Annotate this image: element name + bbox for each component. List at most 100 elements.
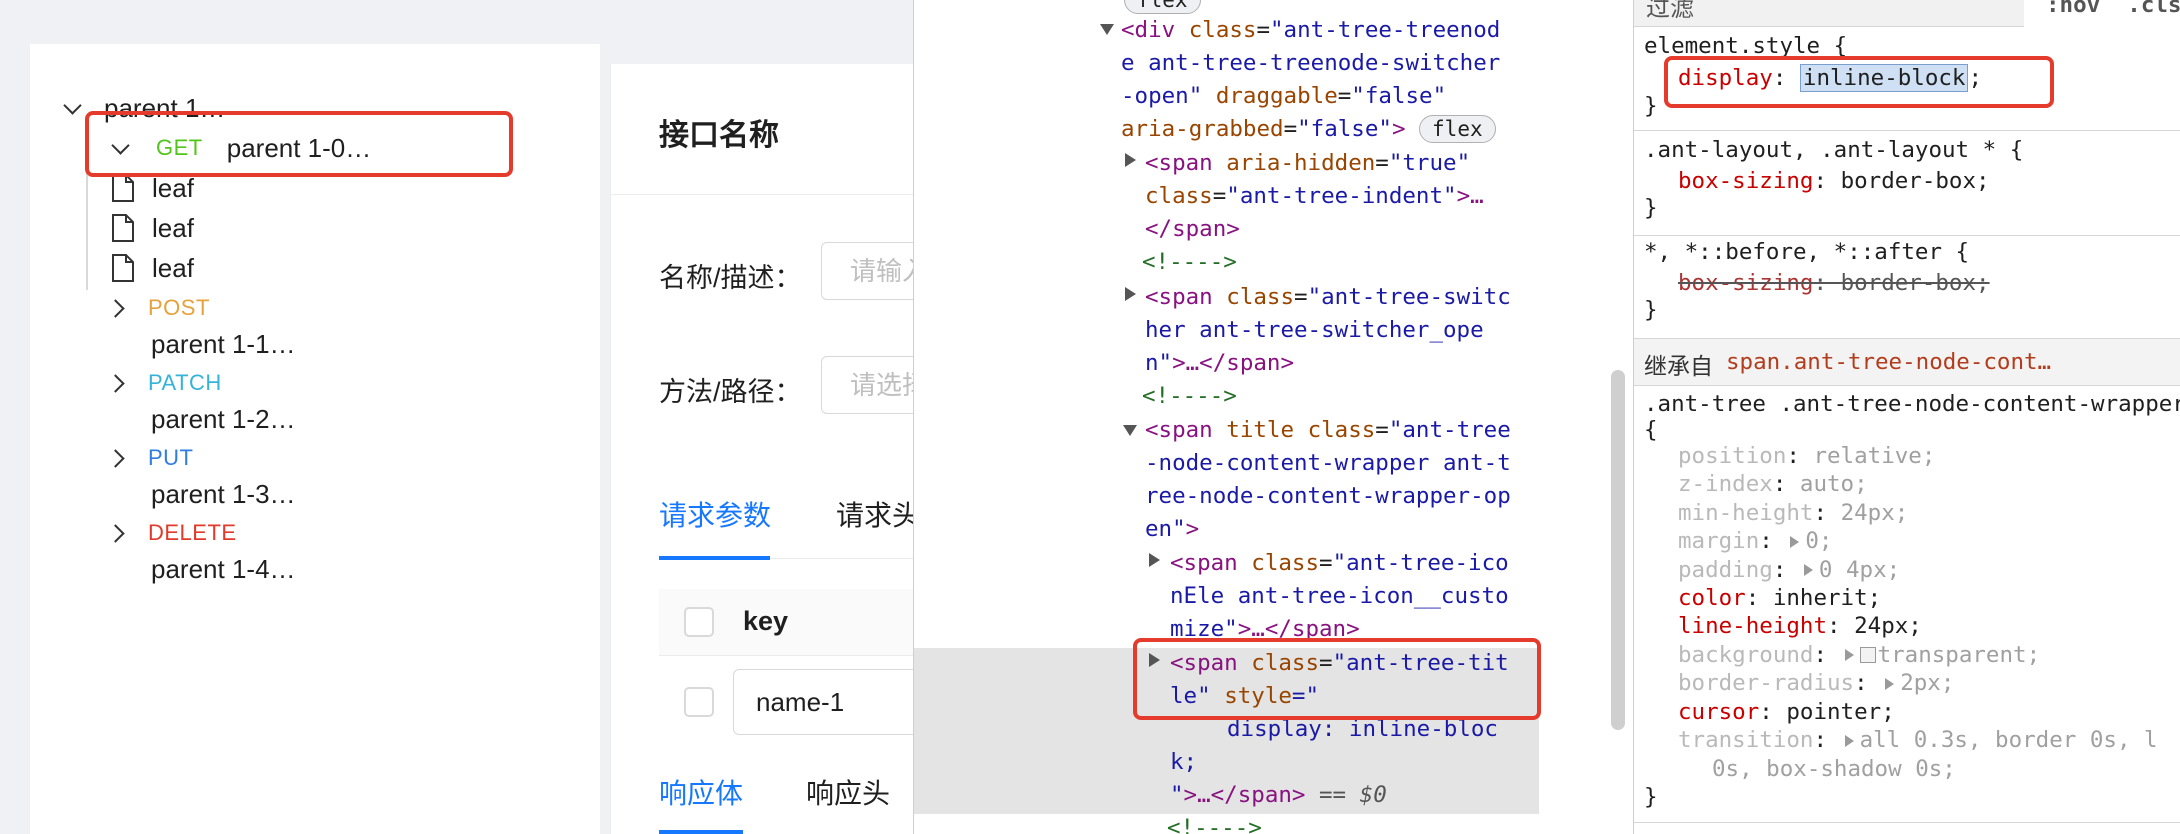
expand-triangle-icon[interactable] — [1149, 553, 1160, 567]
chevron-right-icon[interactable] — [108, 522, 130, 544]
inherited-selector-link[interactable]: span.ant-tree-node-cont… — [1726, 348, 2051, 376]
declaration[interactable]: padding: 0 4px; — [1678, 556, 1900, 584]
method-select[interactable]: 请选择 — [821, 356, 913, 414]
file-icon — [112, 174, 134, 202]
dom-line: ">…</span> == $0 — [1170, 779, 1387, 812]
attr-name: class — [1307, 417, 1376, 443]
expand-triangle-icon[interactable] — [1100, 24, 1114, 35]
prop-value: inherit; — [1772, 585, 1882, 611]
prop-name: margin — [1678, 528, 1760, 555]
hov-toggle[interactable]: :hov .cls — [2046, 0, 2180, 19]
declaration[interactable]: min-height: 24px; — [1678, 499, 1908, 527]
tree-node-put[interactable]: PUT — [108, 440, 194, 476]
declaration[interactable]: border-radius: 2px; — [1678, 669, 1954, 697]
attr-name: class — [1188, 17, 1257, 43]
expand-shorthand-icon[interactable] — [1803, 564, 1813, 577]
dom-node-span-icon[interactable]: <span class="ant-tree-ico — [1170, 547, 1509, 580]
prop-name: min-height — [1678, 499, 1814, 526]
dom-node-span-content-wrapper[interactable]: <span title class="ant-tree — [1145, 414, 1511, 447]
dom-line: -node-content-wrapper ant-t — [1145, 447, 1511, 480]
tree-node-label: parent 1-2… — [151, 403, 296, 434]
tree-leaf-label: leaf — [152, 252, 194, 283]
attr-value: en" — [1145, 516, 1186, 542]
vertical-scrollbar[interactable] — [1611, 370, 1625, 730]
flex-badge[interactable]: flex — [1419, 115, 1496, 143]
rule-close: } — [1644, 783, 1658, 811]
dom-comment[interactable]: <!----> — [1167, 812, 1262, 834]
brace: } — [1644, 297, 1658, 323]
declaration[interactable]: color: inherit; — [1678, 584, 1881, 612]
color-swatch-icon[interactable] — [1859, 647, 1876, 664]
declaration[interactable]: margin: 0; — [1678, 527, 1832, 555]
expand-triangle-icon[interactable] — [1125, 287, 1136, 301]
tag-name: <span — [1145, 150, 1213, 176]
selected-marker: == $0 — [1305, 782, 1387, 808]
declaration[interactable]: position: relative; — [1678, 442, 1935, 470]
api-detail-panel: 接口名称 名称/描述： 请输入 方法/路径： 请选择 请求参数 请求头 key … — [610, 64, 913, 834]
styles-filter-input[interactable]: 过滤 — [1634, 0, 2024, 27]
rule-tree-node-content-wrapper[interactable]: .ant-tree .ant-tree-node-content-wrapper — [1644, 390, 2180, 418]
name-input[interactable]: 请输入 — [821, 242, 913, 300]
method-tag-patch: PATCH — [148, 370, 222, 395]
dom-node-span-switcher[interactable]: <span class="ant-tree-switc — [1145, 281, 1511, 314]
declaration[interactable]: cursor: pointer; — [1678, 698, 1895, 726]
chevron-right-icon[interactable] — [108, 297, 130, 319]
tree-node-delete[interactable]: DELETE — [108, 515, 237, 551]
attr-value: n" — [1145, 350, 1173, 376]
dom-line: aria-grabbed="false"> flex — [1121, 113, 1496, 146]
prop-value: 0s, box-shadow 0s; — [1712, 756, 1956, 782]
rule-universal[interactable]: *, *::before, *::after { — [1644, 238, 1969, 266]
tag-name: <span — [1145, 417, 1213, 443]
tree-node-label-row[interactable]: parent 1-2… — [151, 399, 296, 439]
chevron-right-icon[interactable] — [108, 372, 130, 394]
declaration-overridden[interactable]: box-sizing: border-box; — [1678, 269, 1990, 297]
expand-shorthand-icon[interactable] — [1885, 677, 1895, 690]
expand-triangle-icon[interactable] — [1123, 425, 1137, 436]
tree-leaf[interactable]: leaf — [110, 248, 194, 288]
name-label: 名称/描述： — [659, 263, 802, 293]
rule-close: } — [1644, 296, 1658, 324]
dom-comment[interactable]: <!----> — [1142, 380, 1237, 413]
chevron-down-icon[interactable] — [62, 97, 84, 119]
method-tag-put: PUT — [148, 445, 194, 470]
declaration[interactable]: transition: all 0.3s, border 0s, l — [1678, 726, 2158, 754]
tree-node-label: parent 1-4… — [151, 553, 296, 584]
tree-node-post[interactable]: POST — [108, 290, 210, 326]
declaration[interactable]: box-sizing: border-box; — [1678, 167, 1990, 195]
tag-close: > — [1391, 116, 1406, 142]
prop-value: all 0.3s, border 0s, l — [1859, 727, 2158, 753]
declaration[interactable]: line-height: 24px; — [1678, 612, 1922, 640]
expand-triangle-icon[interactable] — [1125, 153, 1136, 167]
dom-comment[interactable]: <!----> — [1142, 246, 1237, 279]
param-key-input[interactable]: name-1 — [733, 669, 913, 735]
rule-ant-layout[interactable]: .ant-layout, .ant-layout * { — [1644, 136, 2023, 164]
tab-response-body[interactable]: 响应体 — [659, 772, 743, 812]
tag-close: </span> — [1145, 216, 1240, 242]
expand-shorthand-icon[interactable] — [1844, 734, 1854, 747]
devtools-elements-panel: flex <div class="ant-tree-treenod e ant-… — [913, 0, 1634, 834]
chevron-right-icon[interactable] — [108, 447, 130, 469]
tree-node-label-row[interactable]: parent 1-3… — [151, 474, 296, 514]
declaration[interactable]: background: transparent; — [1678, 641, 2040, 669]
tree-leaf[interactable]: leaf — [110, 208, 194, 248]
expand-shorthand-icon[interactable] — [1844, 649, 1854, 662]
tree-node-label-row[interactable]: parent 1-4… — [151, 549, 296, 589]
dom-node-div[interactable]: <div class="ant-tree-treenod — [1121, 14, 1500, 47]
tab-request-params[interactable]: 请求参数 — [659, 494, 771, 534]
expand-shorthand-icon[interactable] — [1790, 535, 1800, 548]
select-all-checkbox[interactable] — [684, 607, 714, 637]
tree-node-label-row[interactable]: parent 1-1… — [151, 324, 296, 364]
flex-badge[interactable]: flex — [1124, 0, 1201, 14]
dom-node-span-indent[interactable]: <span aria-hidden="true" — [1145, 147, 1470, 180]
annotation-highlight-box — [85, 111, 513, 177]
tab-request-headers[interactable]: 请求头 — [836, 494, 913, 534]
attr-value: her ant-tree-switcher_ope — [1145, 317, 1484, 343]
attr-value: "ant-tree-ico — [1332, 550, 1509, 576]
tab-response-headers[interactable]: 响应头 — [806, 772, 890, 812]
tree-node-patch[interactable]: PATCH — [108, 365, 222, 401]
row-checkbox[interactable] — [684, 687, 714, 717]
attr-value: ree-node-content-wrapper-op — [1145, 483, 1511, 509]
dom-line: n">…</span> — [1145, 347, 1294, 380]
declaration[interactable]: z-index: auto; — [1678, 470, 1868, 498]
comment-text: <!----> — [1142, 249, 1237, 275]
